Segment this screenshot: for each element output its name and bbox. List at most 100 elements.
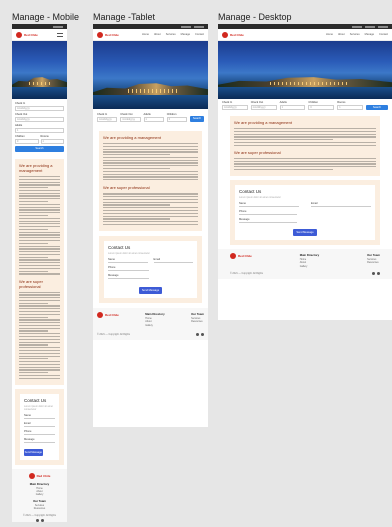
desktop-frame: Red Chile Home About Services Manage Con… [218, 24, 392, 320]
checkin-input[interactable]: mm/dd/yyyy [15, 106, 64, 111]
facebook-icon[interactable] [196, 332, 199, 336]
footer-logo-text: Red Chile [36, 473, 51, 478]
tablet-hero-image [93, 41, 208, 109]
footer-col1-title: Main Directory [299, 252, 320, 257]
children-input[interactable]: 0 [308, 105, 335, 110]
message-label: Message [239, 217, 250, 221]
instagram-icon[interactable] [377, 272, 380, 275]
message-field[interactable] [108, 277, 149, 279]
adults-label: Adults [279, 101, 287, 104]
professional-title: We are super professional [19, 278, 43, 289]
adults-input[interactable]: 1 [15, 128, 64, 133]
footer-logo-text: Red Chile [105, 312, 119, 317]
contact-subtitle: Lorem ipsum dolor sit amet consectetur [108, 251, 150, 255]
mobile-footer: Red Chile Main Directory Home About Gall… [12, 468, 67, 522]
adults-input[interactable]: 1 [279, 105, 306, 110]
management-title: We are providing a management [103, 135, 161, 140]
search-button[interactable]: Search [365, 105, 388, 110]
management-text [234, 128, 376, 146]
checkout-input[interactable]: mm/dd/yyyy [250, 105, 277, 110]
footer-logo[interactable]: Red Chile [230, 252, 252, 259]
send-message-button[interactable]: Send Message [24, 448, 43, 456]
message-label: Message [24, 437, 35, 441]
search-button[interactable]: Search [190, 116, 204, 122]
name-field[interactable] [108, 261, 148, 263]
send-message-button[interactable]: Send Message [293, 228, 317, 236]
checkout-input[interactable]: mm/dd/yyyy [15, 117, 64, 122]
footer-link[interactable]: Resources [367, 261, 380, 264]
mobile-frame: Red Chile Check In mm/dd/yyyy Check Out mm… [12, 24, 67, 522]
checkin-input[interactable]: mm/dd/yyyy [222, 105, 248, 110]
nav-contact[interactable]: Contact [195, 33, 204, 36]
management-text [103, 143, 198, 181]
social-icons [16, 518, 63, 522]
logo-icon [222, 31, 228, 38]
nav-manage[interactable]: Manage [181, 33, 190, 36]
footer-col2-title: Our Team [191, 311, 204, 316]
children-input[interactable]: 0 [166, 117, 187, 122]
tablet-logo[interactable]: Red Chile [97, 31, 119, 38]
nav-about[interactable]: About [338, 33, 345, 36]
footer-logo[interactable]: Red Chile [16, 472, 63, 479]
footer-logo[interactable]: Red Chile [97, 311, 119, 318]
desktop-management-card: We are providing a management We are sup… [230, 116, 380, 176]
email-label: Email [153, 257, 161, 261]
instagram-icon[interactable] [201, 332, 204, 336]
message-field[interactable] [24, 441, 55, 443]
instagram-icon[interactable] [40, 518, 44, 522]
desktop-logo[interactable]: Red Chile [222, 31, 244, 38]
email-label: Email [311, 201, 318, 205]
professional-title: We are super professional [103, 185, 150, 191]
copyright-text: © 2021 — Copyright. All Rights [97, 332, 130, 336]
rooms-input[interactable]: 1 [40, 139, 64, 144]
hamburger-icon[interactable] [57, 32, 63, 37]
nav-manage[interactable]: Manage [365, 33, 374, 36]
footer-link[interactable]: Gallery [145, 324, 164, 327]
management-text [19, 176, 60, 275]
email-field[interactable] [24, 425, 55, 427]
facebook-icon[interactable] [35, 518, 39, 522]
children-label: Children [308, 101, 319, 104]
logo-icon [16, 31, 22, 38]
search-button[interactable]: Search [15, 146, 64, 152]
checkout-input[interactable]: mm/dd/yyyy [120, 117, 141, 122]
footer-link[interactable]: Gallery [16, 493, 63, 496]
name-field[interactable] [24, 417, 55, 419]
checkout-label: Check Out [120, 113, 133, 116]
checkout-label: Check Out [250, 101, 264, 104]
footer-link[interactable]: Gallery [300, 265, 319, 268]
name-field[interactable] [239, 205, 299, 207]
professional-text [19, 291, 60, 379]
nav-contact[interactable]: Contact [379, 33, 388, 36]
nav-about[interactable]: About [154, 33, 161, 36]
nav-home[interactable]: Home [326, 33, 333, 36]
nav-services[interactable]: Services [350, 33, 360, 36]
adults-input[interactable]: 1 [143, 117, 164, 122]
nav-home[interactable]: Home [142, 33, 149, 36]
adults-label: Adults [143, 113, 151, 116]
rooms-label: Rooms [337, 101, 346, 104]
mobile-logo[interactable]: Red Chile [16, 31, 38, 38]
nav-services[interactable]: Services [166, 33, 176, 36]
checkin-input[interactable]: mm/dd/yyyy [97, 117, 118, 122]
checkout-label: Check Out [15, 113, 28, 116]
mobile-management-card: We are providing a management We are sup… [15, 159, 64, 385]
phone-field[interactable] [24, 433, 55, 435]
message-field[interactable] [239, 221, 298, 223]
mobile-nav: Red Chile [12, 29, 67, 41]
send-message-button[interactable]: Send Message [138, 286, 163, 294]
tablet-footer: Red Chile Main Directory Home About Gall… [93, 307, 208, 340]
phone-field[interactable] [239, 213, 298, 215]
footer-link[interactable]: Resources [191, 320, 204, 323]
desktop-nav-links: Home About Services Manage Contact [326, 33, 388, 36]
phone-field[interactable] [108, 269, 149, 271]
rooms-input[interactable]: 1 [337, 105, 363, 110]
footer-link[interactable]: Resources [16, 507, 63, 510]
email-field[interactable] [153, 261, 193, 263]
email-field[interactable] [311, 205, 371, 207]
facebook-icon[interactable] [372, 272, 375, 275]
children-input[interactable]: 0 [15, 139, 39, 144]
adults-label: Adults [15, 124, 23, 127]
phone-label: Phone [108, 265, 116, 269]
name-label: Name [239, 201, 246, 205]
